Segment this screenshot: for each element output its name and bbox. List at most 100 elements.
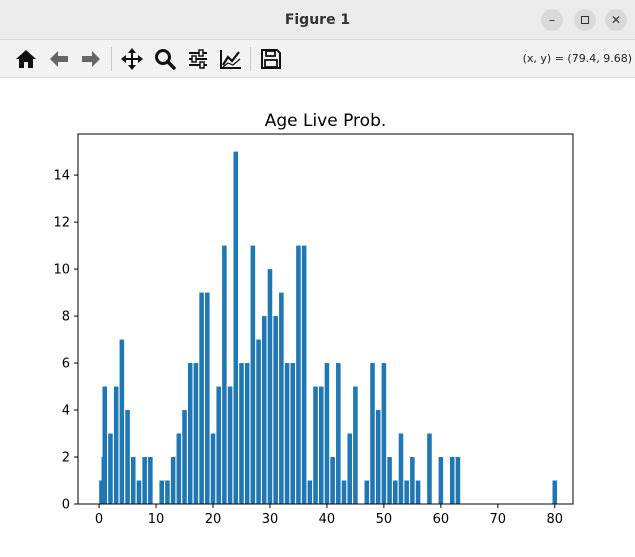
minimize-button[interactable]: – xyxy=(541,9,563,31)
edit-axes-button[interactable] xyxy=(216,44,246,74)
bar xyxy=(404,480,409,504)
y-tick-label: 12 xyxy=(53,216,70,231)
forward-button[interactable] xyxy=(76,44,106,74)
y-tick-label: 6 xyxy=(62,357,70,372)
configure-subplots-icon xyxy=(189,49,207,69)
y-tick-label: 8 xyxy=(62,310,70,325)
forward-icon xyxy=(82,51,100,67)
save-icon xyxy=(261,49,281,69)
bar xyxy=(210,433,216,504)
bar xyxy=(324,363,330,504)
close-icon: ✕ xyxy=(610,13,622,27)
bar xyxy=(313,386,318,504)
title-bar: Figure 1 – ✕ xyxy=(0,0,635,40)
bar xyxy=(108,433,113,504)
bar xyxy=(182,410,187,504)
bar xyxy=(142,457,147,504)
bar xyxy=(165,480,170,504)
save-button[interactable] xyxy=(256,44,286,74)
home-icon xyxy=(16,50,36,68)
window-title: Figure 1 xyxy=(284,12,351,28)
cursor-coordinates: (x, y) = (79.4, 9.68) xyxy=(522,52,632,65)
bar xyxy=(193,363,199,504)
zoom-icon xyxy=(155,49,176,70)
toolbar-separator xyxy=(111,47,112,71)
home-button[interactable] xyxy=(11,44,41,74)
x-tick-label: 50 xyxy=(376,512,393,527)
bar xyxy=(552,480,558,504)
bar xyxy=(290,363,296,504)
bar xyxy=(102,386,108,504)
bar xyxy=(130,457,136,504)
x-tick-label: 80 xyxy=(546,512,563,527)
x-tick-label: 40 xyxy=(319,512,336,527)
bar xyxy=(159,480,165,504)
bar xyxy=(364,480,370,504)
maximize-button[interactable] xyxy=(574,9,596,31)
bar xyxy=(387,457,392,504)
bar xyxy=(176,433,182,504)
bar xyxy=(125,410,130,504)
y-tick-label: 10 xyxy=(53,263,70,278)
bar xyxy=(353,386,358,504)
bar xyxy=(410,457,415,504)
bar xyxy=(370,363,375,504)
bar xyxy=(227,386,233,504)
bar xyxy=(113,386,119,504)
bar xyxy=(449,457,455,504)
figure-canvas[interactable]: 0 10 20 30 40 50 60 70 80 0 2 4 6 8 10 12 14 Age Live Pro… xyxy=(0,78,635,553)
maximize-icon xyxy=(581,16,589,24)
bar xyxy=(438,457,444,504)
bar xyxy=(301,245,307,504)
bar xyxy=(415,480,421,504)
x-tick-label: 10 xyxy=(148,512,165,527)
bar xyxy=(216,386,221,504)
navigation-toolbar: (x, y) = (79.4, 9.68) xyxy=(0,40,635,78)
back-button[interactable] xyxy=(44,44,74,74)
bar xyxy=(222,245,227,504)
x-tick-label: 60 xyxy=(433,512,450,527)
close-button[interactable]: ✕ xyxy=(605,9,627,31)
bar xyxy=(119,339,125,504)
bar xyxy=(347,433,352,504)
x-tick-label: 30 xyxy=(262,512,279,527)
x-tick-label: 0 xyxy=(95,512,103,527)
bar xyxy=(341,480,347,504)
bar xyxy=(261,316,267,504)
pan-button[interactable] xyxy=(117,44,147,74)
y-tick-label: 14 xyxy=(53,169,70,184)
x-tick-label: 70 xyxy=(490,512,507,527)
edit-axes-icon xyxy=(220,50,241,69)
bar xyxy=(233,151,239,504)
y-tick-label: 4 xyxy=(62,404,70,419)
back-icon xyxy=(50,51,68,67)
bar xyxy=(136,480,142,504)
x-tick-label: 20 xyxy=(205,512,222,527)
bar xyxy=(273,316,278,504)
bar xyxy=(267,269,273,504)
zoom-button[interactable] xyxy=(150,44,180,74)
pan-icon xyxy=(121,48,143,70)
bar xyxy=(381,363,387,504)
bar xyxy=(393,480,398,504)
bar xyxy=(427,433,432,504)
bar xyxy=(330,457,335,504)
bar xyxy=(205,292,210,504)
bar xyxy=(336,363,341,504)
bar xyxy=(250,245,256,504)
bar xyxy=(279,292,284,504)
configure-subplots-button[interactable] xyxy=(183,44,213,74)
bar xyxy=(307,480,313,504)
bar xyxy=(256,339,261,504)
bar xyxy=(375,410,381,504)
bar xyxy=(296,245,301,504)
bar xyxy=(398,433,404,504)
toolbar-separator xyxy=(250,47,251,71)
bar xyxy=(284,363,290,504)
bar xyxy=(244,363,250,504)
y-tick-label: 0 xyxy=(62,498,70,513)
figure-window: Figure 1 – ✕ (x, y) = (79.4, 9.68) 0 10 … xyxy=(0,0,635,553)
chart-title: Age Live Prob. xyxy=(265,111,387,131)
bar xyxy=(187,363,193,504)
bar xyxy=(239,363,244,504)
